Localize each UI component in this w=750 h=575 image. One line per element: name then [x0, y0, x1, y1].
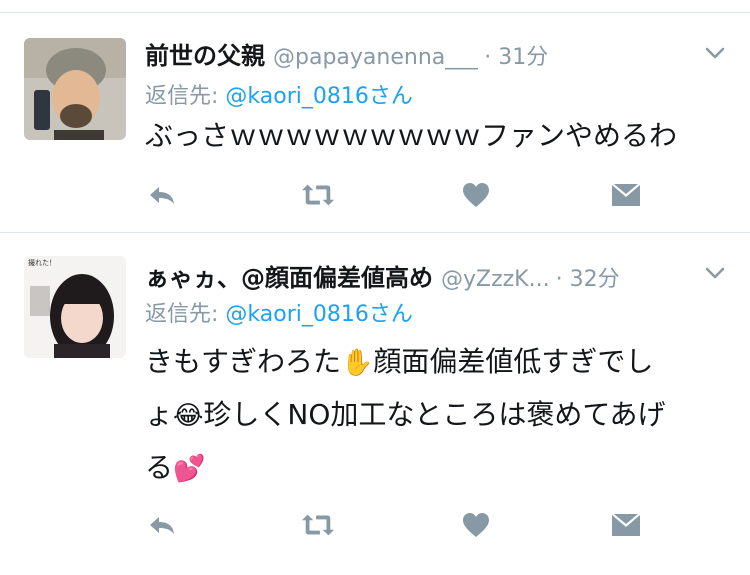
display-name[interactable]: ぁゃヵ、@顔面偏差値高め [145, 258, 433, 293]
direct-message-button[interactable] [609, 510, 643, 540]
tweet-text-line: きもすぎわろた✋顔面偏差値低すぎでし [145, 336, 725, 389]
chevron-down-icon[interactable] [704, 262, 726, 284]
handle[interactable]: @papayanenna___ [273, 45, 478, 70]
reply-button[interactable] [145, 510, 179, 540]
tears-of-joy-emoji: 😂 [173, 401, 204, 431]
reply-suffix: さん [368, 84, 413, 109]
text-segment: きもすぎわろた [145, 345, 342, 378]
avatar-caption: 撮れた！ [28, 259, 56, 267]
tweet-1[interactable]: 前世の父親 @papayanenna___ · 31分 返信先: @kaori_… [0, 0, 750, 232]
tweet-actions [145, 510, 645, 540]
reply-prefix: 返信先: [145, 302, 226, 327]
reply-prefix: 返信先: [145, 84, 226, 109]
text-segment: 珍しくNO加工なところは褒めてあげ [203, 398, 666, 431]
tweet-text-line: る💕 [145, 442, 725, 495]
retweet-icon [301, 184, 335, 206]
reply-icon [150, 517, 174, 534]
text-segment: 顔面偏差値低すぎでし [373, 345, 654, 378]
text-segment: ょ [145, 398, 174, 431]
tweet-actions [145, 180, 645, 210]
reply-suffix: さん [368, 302, 413, 327]
tweet-text: きもすぎわろた✋顔面偏差値低すぎでし ょ😂珍しくNO加工なところは褒めてあげ る… [145, 336, 725, 495]
tweet-2[interactable]: 撮れた！ ぁゃヵ、@顔面偏差値高め @yZzzK... · 32分 返信先: @… [0, 232, 750, 575]
tweet-text-line: ょ😂珍しくNO加工なところは褒めてあげ [145, 389, 725, 442]
like-button[interactable] [459, 180, 493, 210]
tweet-text-line: ぶっさｗｗｗｗｗｗｗｗｗファンやめるわ [145, 119, 678, 152]
message-icon [611, 513, 641, 536]
retweet-icon [301, 514, 335, 536]
message-icon [611, 183, 641, 206]
retweet-button[interactable] [301, 510, 335, 540]
text-segment: る [145, 451, 174, 484]
like-button[interactable] [459, 510, 493, 540]
reply-button[interactable] [145, 180, 179, 210]
handle[interactable]: @yZzzK... [441, 267, 550, 292]
avatar[interactable] [24, 38, 126, 140]
like-icon [463, 183, 489, 207]
reply-context: 返信先: @kaori_0816さん [145, 78, 413, 110]
chevron-down-icon[interactable] [704, 42, 726, 64]
two-hearts-emoji: 💕 [173, 454, 206, 484]
display-name[interactable]: 前世の父親 [145, 36, 265, 71]
tweet-text: ぶっさｗｗｗｗｗｗｗｗｗファンやめるわ [145, 110, 725, 162]
reply-icon [150, 187, 174, 204]
retweet-button[interactable] [301, 180, 335, 210]
reply-mention-link[interactable]: @kaori_0816 [225, 84, 368, 109]
reply-context: 返信先: @kaori_0816さん [145, 296, 413, 328]
like-icon [463, 513, 489, 537]
avatar[interactable]: 撮れた！ [24, 256, 126, 358]
reply-mention-link[interactable]: @kaori_0816 [225, 302, 368, 327]
direct-message-button[interactable] [609, 180, 643, 210]
raised-hand-emoji: ✋ [341, 348, 374, 378]
timestamp[interactable]: · 31分 [484, 39, 548, 71]
timestamp[interactable]: · 32分 [556, 261, 620, 293]
